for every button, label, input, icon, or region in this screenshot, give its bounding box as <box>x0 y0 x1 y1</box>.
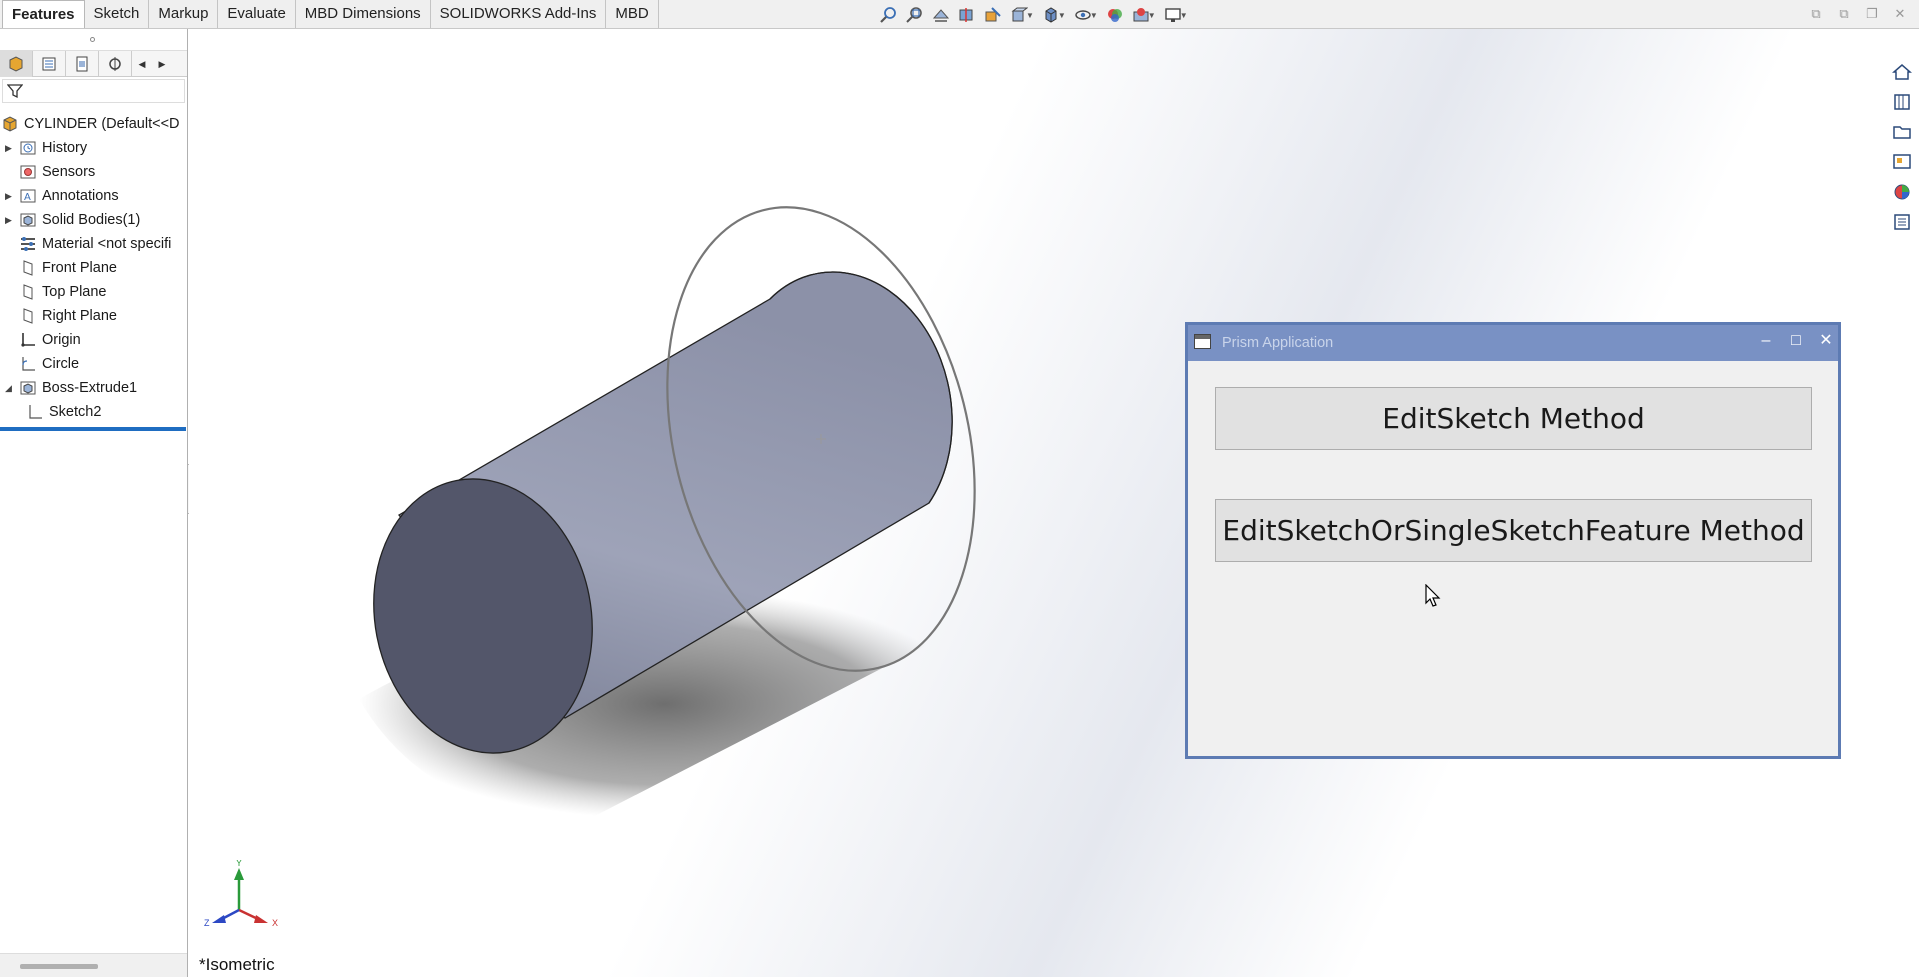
command-manager: Features Sketch Markup Evaluate MBD Dime… <box>0 0 1919 29</box>
svg-text:A: A <box>24 192 31 203</box>
tab-sketch[interactable]: Sketch <box>84 0 150 28</box>
tree-item-top-plane[interactable]: Top Plane <box>0 280 188 304</box>
view-orientation-label: *Isometric <box>199 955 275 974</box>
appearances-icon[interactable] <box>1889 180 1915 204</box>
tree-root-part[interactable]: CYLINDER (Default<<D <box>0 112 188 136</box>
feature-manager-panel: ◀ ▶ CYLINDER (Default<<D ▶ History Senso… <box>0 29 188 977</box>
tree-item-origin[interactable]: Origin <box>0 328 188 352</box>
chevron-down-icon[interactable]: ▼ <box>1026 11 1034 20</box>
reference-triad: Y X Z <box>204 860 278 928</box>
tab-features[interactable]: Features <box>2 0 85 28</box>
tree-item-annotations[interactable]: ▶ A Annotations <box>0 184 188 208</box>
propertymanager-tab-icon[interactable] <box>33 51 66 77</box>
annotations-icon: A <box>18 187 38 205</box>
plane-icon <box>18 259 38 277</box>
plane-icon <box>18 283 38 301</box>
document-window-controls: ⧉ ⧉ ❐ ✕ <box>1807 6 1909 22</box>
tab-markup[interactable]: Markup <box>149 0 219 28</box>
scroll-right-icon[interactable]: ▶ <box>152 51 172 77</box>
window-icon <box>1194 334 1211 349</box>
dialog-title: Prism Application <box>1222 335 1334 351</box>
command-tabs: Features Sketch Markup Evaluate MBD Dime… <box>2 0 659 29</box>
custom-properties-icon[interactable] <box>1889 210 1915 234</box>
panel-horizontal-scrollbar[interactable] <box>0 953 187 977</box>
dialog-title-bar[interactable]: Prism Application – □ ✕ <box>1188 325 1838 361</box>
tree-item-boss-extrude1[interactable]: ◢ Boss-Extrude1 <box>0 376 188 400</box>
origin-icon <box>18 331 38 349</box>
tab-solidworks-add-ins[interactable]: SOLIDWORKS Add-Ins <box>430 0 607 28</box>
collapse-arrow-icon[interactable]: ◢ <box>5 383 15 394</box>
heads-up-toolbar: ▼ ▼ ▼ ▼ ▼ <box>876 5 1192 25</box>
chevron-down-icon[interactable]: ▼ <box>1148 11 1156 20</box>
previous-view-icon[interactable] <box>928 5 954 25</box>
zoom-to-area-icon[interactable] <box>902 5 928 25</box>
extrude-icon <box>18 379 38 397</box>
triad-y-label: Y <box>236 860 242 868</box>
chevron-down-icon[interactable]: ▼ <box>1090 11 1098 20</box>
design-library-icon[interactable] <box>1889 90 1915 114</box>
triad-z-label: Z <box>204 918 210 928</box>
sensors-icon <box>18 163 38 181</box>
tree-item-history[interactable]: ▶ History <box>0 136 188 160</box>
tree-item-sketch2[interactable]: Sketch2 <box>0 400 188 424</box>
triad-x-label: X <box>272 918 278 928</box>
close-button[interactable]: ✕ <box>1814 331 1838 351</box>
task-pane-tabs <box>1889 60 1919 234</box>
tree-root-label: CYLINDER (Default<<D <box>24 116 180 132</box>
edit-sketch-or-single-sketch-feature-method-button[interactable]: EditSketchOrSingleSketchFeature Method <box>1215 499 1812 562</box>
solid-bodies-icon <box>18 211 38 229</box>
panel-grip[interactable] <box>0 29 187 51</box>
tile-left-icon[interactable]: ⧉ <box>1807 6 1825 22</box>
minimize-button[interactable]: – <box>1754 331 1778 351</box>
maximize-button[interactable]: □ <box>1784 331 1808 351</box>
expand-arrow-icon[interactable]: ▶ <box>5 191 15 202</box>
view-palette-icon[interactable] <box>1889 150 1915 174</box>
rollback-bar[interactable] <box>0 427 186 431</box>
sketch-icon <box>18 355 38 373</box>
tree-item-material[interactable]: Material <not specifi <box>0 232 188 256</box>
tile-right-icon[interactable]: ⧉ <box>1835 6 1853 22</box>
tab-mbd-dimensions[interactable]: MBD Dimensions <box>295 0 431 28</box>
file-explorer-icon[interactable] <box>1889 120 1915 144</box>
edit-appearance-icon[interactable] <box>1102 5 1128 25</box>
expand-arrow-icon[interactable]: ▶ <box>5 215 15 226</box>
tree-item-front-plane[interactable]: Front Plane <box>0 256 188 280</box>
chevron-down-icon[interactable]: ▼ <box>1180 11 1188 20</box>
feature-tree: CYLINDER (Default<<D ▶ History Sensors ▶… <box>0 112 188 424</box>
section-view-icon[interactable] <box>954 5 980 25</box>
edit-sketch-method-button[interactable]: EditSketch Method <box>1215 387 1812 450</box>
restore-icon[interactable]: ❐ <box>1863 6 1881 22</box>
chevron-down-icon[interactable]: ▼ <box>1058 11 1066 20</box>
material-icon <box>18 235 38 253</box>
prism-application-dialog: Prism Application – □ ✕ EditSketch Metho… <box>1185 322 1841 759</box>
tree-item-right-plane[interactable]: Right Plane <box>0 304 188 328</box>
expand-arrow-icon[interactable]: ▶ <box>5 143 15 154</box>
part-icon <box>0 115 20 133</box>
history-icon <box>18 139 38 157</box>
close-icon[interactable]: ✕ <box>1891 6 1909 22</box>
dimxpertmanager-tab-icon[interactable] <box>99 51 132 77</box>
tab-evaluate[interactable]: Evaluate <box>218 0 296 28</box>
plane-icon <box>18 307 38 325</box>
sketch-icon <box>25 403 45 421</box>
tree-item-circle[interactable]: Circle <box>0 352 188 376</box>
featuremanager-tab-icon[interactable] <box>0 51 33 77</box>
configurationmanager-tab-icon[interactable] <box>66 51 99 77</box>
scroll-left-icon[interactable]: ◀ <box>132 51 152 77</box>
home-icon[interactable] <box>1889 60 1915 84</box>
tree-item-sensors[interactable]: Sensors <box>0 160 188 184</box>
scrollbar-thumb[interactable] <box>20 964 98 969</box>
manager-tabs: ◀ ▶ <box>0 51 187 77</box>
tree-item-solid-bodies[interactable]: ▶ Solid Bodies(1) <box>0 208 188 232</box>
tree-filter-input[interactable] <box>2 79 185 103</box>
dialog-body: EditSketch Method EditSketchOrSingleSket… <box>1188 361 1838 756</box>
mouse-cursor-icon <box>1425 584 1441 607</box>
zoom-to-fit-icon[interactable] <box>876 5 902 25</box>
filter-icon <box>7 84 23 99</box>
tab-mbd[interactable]: MBD <box>606 0 659 28</box>
dynamic-annotation-icon[interactable] <box>980 5 1006 25</box>
